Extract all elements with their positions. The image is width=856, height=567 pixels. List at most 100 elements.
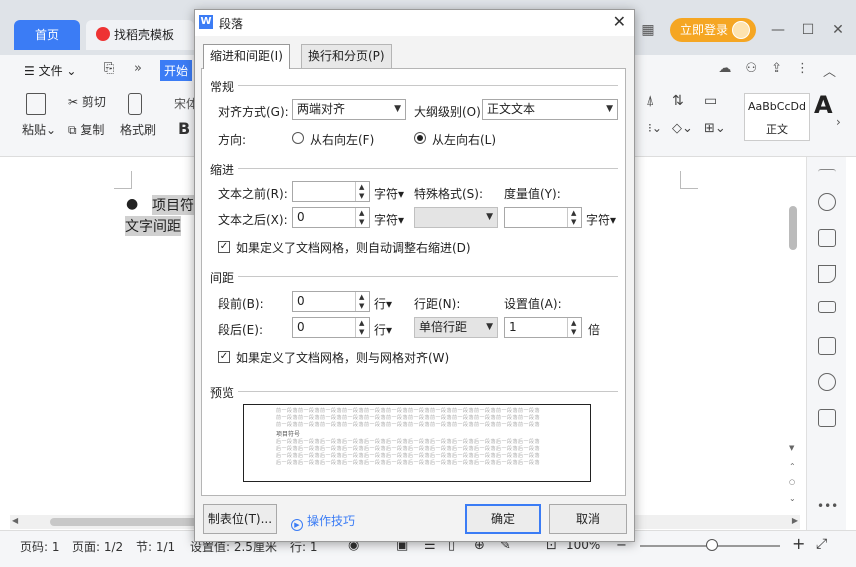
status-page-count[interactable]: 页面: 1/2 — [72, 538, 123, 555]
share-icon[interactable]: ⇪ — [771, 61, 782, 80]
collapse-ribbon-icon[interactable]: ︿ — [823, 61, 836, 80]
setting-value-stepper[interactable]: ▲ ▼ — [567, 318, 581, 337]
copy-button[interactable]: ⧉ 复制 — [68, 121, 104, 138]
style-preview-text: AaBbCcDd — [748, 100, 806, 113]
user-share-icon[interactable]: ⚇ — [745, 61, 757, 80]
space-before-unit[interactable]: 行▾ — [374, 295, 392, 312]
more-icon[interactable]: » — [134, 61, 142, 76]
rtl-label[interactable]: 从右向左(F) — [310, 131, 374, 148]
chevron-down-icon: ▼ — [606, 104, 613, 114]
ruler-icon[interactable]: ▭ — [704, 93, 717, 109]
indent-before-unit[interactable]: 字符▾ — [374, 185, 404, 202]
sidebar-rocket-icon[interactable] — [818, 193, 836, 211]
indent-after-stepper[interactable]: ▲ ▼ — [355, 208, 369, 227]
sidebar-cursor-icon[interactable] — [818, 265, 836, 283]
alignment-select[interactable]: 两端对齐 ▼ — [292, 99, 406, 120]
next-page-icon[interactable]: ⌄ — [789, 494, 796, 503]
menu-start[interactable]: 开始 — [160, 60, 193, 81]
ok-button[interactable]: 确定 — [465, 504, 541, 534]
file-menu[interactable]: ☰ 文件 ⌄ — [24, 62, 76, 79]
indent-before-input[interactable]: ▲ ▼ — [292, 181, 370, 202]
ribbon-scroll-right-icon[interactable]: › — [836, 115, 841, 129]
paste-button[interactable] — [26, 93, 46, 115]
status-section[interactable]: 节: 1/1 — [136, 538, 175, 555]
section-general-line — [238, 85, 618, 86]
bold-button[interactable]: B — [178, 119, 190, 138]
space-before-stepper[interactable]: ▲ ▼ — [355, 292, 369, 311]
indent-after-unit[interactable]: 字符▾ — [374, 211, 404, 228]
preview-prev-line-2: 前一段落前一段落前一段落前一段落前一段落前一段落前一段落前一段落前一段落前一段落… — [276, 415, 541, 421]
cut-button[interactable]: ✂ 剪切 — [68, 93, 106, 110]
more-vertical-icon[interactable]: ⋮ — [796, 61, 809, 80]
sort-icon[interactable]: ⇅ — [672, 93, 684, 109]
margin-mark-top-right — [680, 171, 698, 189]
space-after-unit[interactable]: 行▾ — [374, 321, 392, 338]
cancel-button[interactable]: 取消 — [549, 504, 627, 534]
align-distribute-icon[interactable]: ⁝⌄ — [648, 121, 662, 135]
sidebar-adjust-icon[interactable] — [818, 301, 836, 313]
tab-template[interactable]: 找稻壳模板 — [86, 20, 194, 50]
horizontal-scroll-thumb[interactable] — [50, 518, 200, 526]
sidebar-pen-icon[interactable] — [818, 229, 836, 247]
sidebar-book-icon[interactable] — [818, 409, 836, 427]
scroll-right-icon[interactable]: ▶ — [792, 516, 798, 525]
sidebar-image-icon[interactable] — [818, 337, 836, 355]
indent-before-stepper[interactable]: ▲ ▼ — [355, 182, 369, 201]
fullscreen-icon[interactable]: ⤢ — [816, 536, 827, 552]
measure-stepper[interactable]: ▲ ▼ — [567, 208, 581, 227]
style-normal[interactable]: AaBbCcDd 正文 — [744, 93, 810, 141]
measure-input[interactable]: ▲ ▼ — [504, 207, 582, 228]
dialog-title-bar: W 段落 ✕ — [195, 10, 634, 36]
vertical-scroll-thumb[interactable] — [789, 206, 797, 250]
auto-adjust-indent-checkbox[interactable]: ✓ — [218, 241, 230, 253]
status-page-number[interactable]: 页码: 1 — [20, 538, 60, 555]
scroll-left-icon[interactable]: ◀ — [12, 516, 18, 525]
login-button[interactable]: 立即登录 — [669, 18, 756, 42]
tab-stops-button[interactable]: 制表位(T)... — [203, 504, 277, 534]
login-label: 立即登录 — [679, 23, 728, 37]
style-heading-preview[interactable]: A — [814, 91, 833, 119]
space-after-input[interactable]: 0 ▲ ▼ — [292, 317, 370, 338]
border-icon[interactable]: ⊞⌄ — [704, 121, 726, 136]
select-browse-icon[interactable]: ○ — [789, 478, 795, 486]
ltr-radio[interactable] — [414, 132, 426, 144]
format-painter-button[interactable] — [128, 93, 142, 115]
save-icon[interactable]: ⎘ — [104, 61, 114, 76]
special-format-select[interactable]: ▼ — [414, 207, 498, 228]
tab-line-page-breaks[interactable]: 换行和分页(P) — [301, 44, 392, 68]
sidebar-compass-icon[interactable] — [818, 373, 836, 391]
scroll-down-icon[interactable]: ▼ — [789, 444, 794, 452]
measure-unit[interactable]: 字符▾ — [586, 211, 616, 228]
sidebar-collapse-icon[interactable] — [818, 169, 836, 175]
zoom-in-icon[interactable]: + — [792, 534, 805, 553]
snap-to-grid-checkbox[interactable]: ✓ — [218, 351, 230, 363]
close-window-icon[interactable]: ✕ — [830, 22, 846, 38]
dialog-close-icon[interactable]: ✕ — [613, 12, 626, 31]
preview-next-line-1: 后一段落后一段落后一段落后一段落后一段落后一段落后一段落后一段落后一段落后一段落… — [276, 439, 541, 445]
space-after-stepper[interactable]: ▲ ▼ — [355, 318, 369, 337]
shading-icon[interactable]: ◇⌄ — [672, 121, 693, 136]
vertical-scrollbar[interactable]: ▼ ⌃ ○ ⌄ — [786, 160, 800, 510]
minimize-icon[interactable]: — — [770, 22, 786, 38]
tab-home[interactable]: 首页 — [14, 20, 80, 50]
document-line-1[interactable]: 项目符 — [152, 195, 194, 215]
grid-apps-icon[interactable]: ▦ — [640, 22, 656, 38]
zoom-slider-knob[interactable] — [706, 539, 718, 551]
cloud-icon[interactable]: ☁ — [718, 61, 731, 80]
sidebar-more-icon[interactable]: ••• — [817, 499, 838, 513]
auto-adjust-indent-label[interactable]: 如果定义了文档网格，则自动调整右缩进(D) — [236, 239, 471, 256]
tab-indent-spacing[interactable]: 缩进和间距(I) — [203, 44, 290, 69]
space-before-input[interactable]: 0 ▲ ▼ — [292, 291, 370, 312]
maximize-icon[interactable]: ☐ — [800, 22, 816, 38]
tips-link[interactable]: ▶ 操作技巧 — [291, 512, 355, 531]
setting-value-input[interactable]: 1 ▲ ▼ — [504, 317, 582, 338]
line-spacing-select[interactable]: 单倍行距 ▼ — [414, 317, 498, 338]
rtl-radio[interactable] — [292, 132, 304, 144]
outline-level-select[interactable]: 正文文本 ▼ — [482, 99, 618, 120]
ltr-label[interactable]: 从左向右(L) — [432, 131, 496, 148]
text-direction-icon[interactable]: ⍋ — [646, 93, 654, 109]
snap-to-grid-label[interactable]: 如果定义了文档网格，则与网格对齐(W) — [236, 349, 449, 366]
indent-after-input[interactable]: 0 ▲ ▼ — [292, 207, 370, 228]
prev-page-icon[interactable]: ⌃ — [789, 462, 796, 471]
document-line-2[interactable]: 文字间距 — [125, 216, 181, 236]
